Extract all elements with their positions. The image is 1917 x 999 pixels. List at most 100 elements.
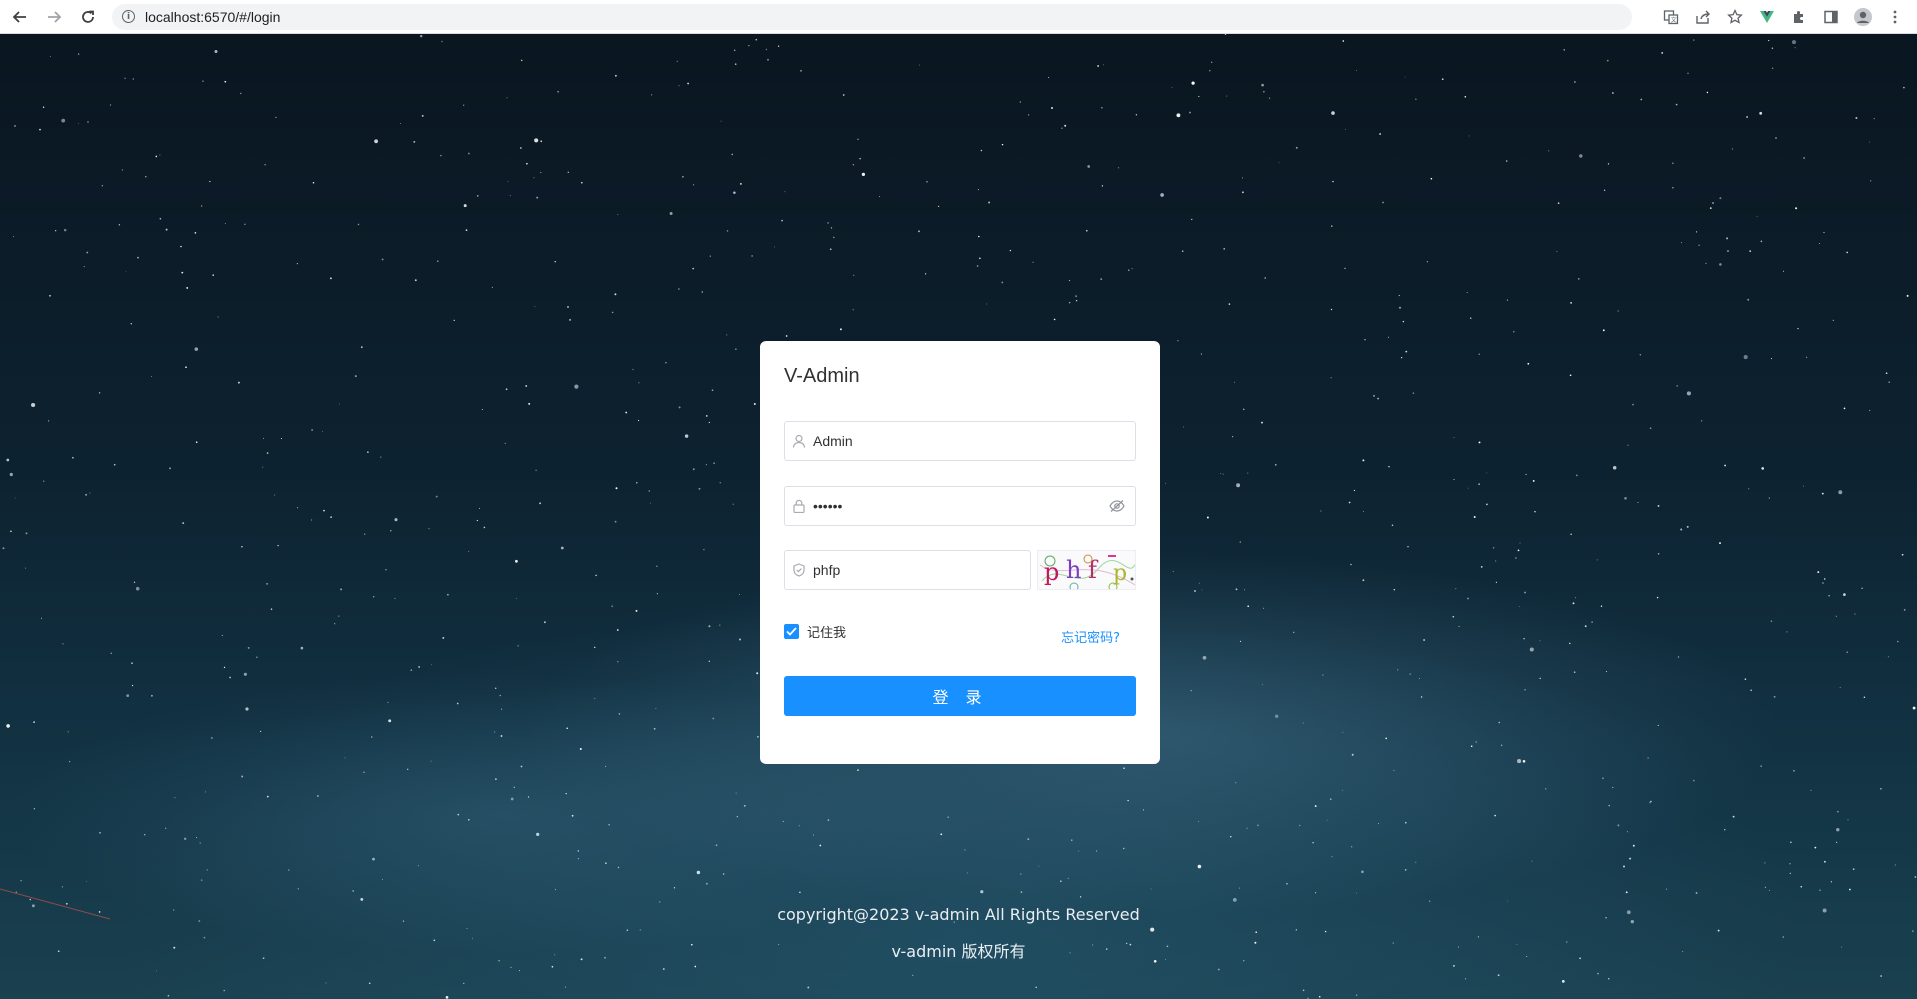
star [1198, 95, 1200, 98]
star [99, 831, 101, 834]
star [527, 796, 530, 798]
star [1498, 721, 1500, 724]
star [1531, 860, 1533, 862]
star [708, 421, 710, 424]
star [1342, 789, 1344, 791]
star [1176, 113, 1181, 118]
star [712, 717, 715, 720]
translate-icon[interactable]: 文 [1655, 3, 1687, 31]
star [334, 623, 336, 625]
forward-button[interactable] [40, 3, 68, 31]
star [1770, 358, 1773, 360]
star [1068, 301, 1071, 304]
share-icon[interactable] [1687, 3, 1719, 31]
star [919, 64, 921, 66]
eye-hidden-icon[interactable] [1109, 499, 1125, 513]
star [638, 420, 640, 422]
star [87, 121, 89, 123]
info-icon[interactable]: i [122, 10, 135, 23]
star [241, 546, 243, 548]
star [1189, 111, 1191, 114]
back-button[interactable] [6, 3, 34, 31]
star [1261, 83, 1264, 87]
address-bar[interactable]: i localhost:6570/#/login [112, 3, 1632, 30]
star [698, 487, 701, 490]
star [323, 509, 325, 512]
star [1492, 546, 1495, 549]
star [494, 687, 497, 690]
username-field[interactable]: Admin [784, 421, 1136, 461]
star [1760, 240, 1763, 243]
star [150, 694, 153, 697]
star [1364, 339, 1366, 341]
password-field[interactable]: •••••• [784, 486, 1136, 526]
star [1075, 299, 1078, 302]
star [536, 832, 540, 837]
star [40, 617, 42, 619]
star [110, 652, 112, 654]
captcha-image[interactable]: p h f p phfp [1037, 550, 1136, 590]
profile-avatar-icon[interactable] [1847, 3, 1879, 31]
star [317, 795, 319, 797]
star [807, 986, 810, 989]
star [1775, 137, 1777, 139]
shield-icon [785, 563, 813, 577]
star [169, 467, 171, 470]
star [1606, 671, 1608, 673]
star [649, 502, 651, 504]
star [1379, 133, 1381, 135]
star [465, 229, 468, 231]
star [1345, 128, 1346, 130]
side-panel-icon[interactable] [1815, 3, 1847, 31]
star [977, 235, 980, 238]
star [1415, 861, 1417, 863]
star [510, 797, 514, 801]
star [1458, 625, 1460, 628]
extensions-icon[interactable] [1783, 3, 1815, 31]
star [360, 897, 364, 901]
star [1903, 86, 1905, 89]
star [467, 818, 470, 821]
star [520, 765, 523, 768]
star [1650, 800, 1652, 803]
star [421, 114, 424, 117]
star [1048, 76, 1050, 79]
star [1418, 678, 1420, 679]
star [118, 224, 121, 226]
reload-button[interactable] [74, 3, 102, 31]
star [1681, 242, 1682, 244]
star [182, 522, 185, 525]
star [55, 230, 57, 232]
star [413, 140, 416, 143]
star [1657, 724, 1659, 726]
remember-checkbox[interactable] [784, 624, 799, 639]
star [1475, 741, 1478, 743]
star [1128, 269, 1130, 271]
star [2, 547, 5, 550]
star [1315, 892, 1317, 894]
star [734, 63, 737, 65]
captcha-field[interactable]: phfp [784, 550, 1031, 590]
star [617, 866, 620, 869]
star [1322, 674, 1324, 676]
star [1426, 261, 1428, 263]
star [1532, 479, 1535, 482]
star [1226, 95, 1228, 97]
forgot-password-link[interactable]: 忘记密码? [1061, 627, 1120, 646]
star [1887, 656, 1889, 658]
star [566, 727, 568, 730]
star [1797, 327, 1799, 330]
star [1572, 602, 1575, 605]
star [1686, 525, 1689, 528]
vue-devtools-icon[interactable] [1751, 3, 1783, 31]
login-button[interactable]: 登 录 [784, 676, 1136, 716]
remember-me[interactable]: 记住我 [784, 622, 846, 641]
star [1522, 759, 1526, 763]
more-menu-icon[interactable] [1879, 3, 1911, 31]
star [1897, 640, 1899, 643]
star [1719, 263, 1722, 266]
bookmark-star-icon[interactable] [1719, 3, 1751, 31]
star [9, 472, 13, 477]
star [211, 737, 213, 739]
star [245, 707, 249, 711]
